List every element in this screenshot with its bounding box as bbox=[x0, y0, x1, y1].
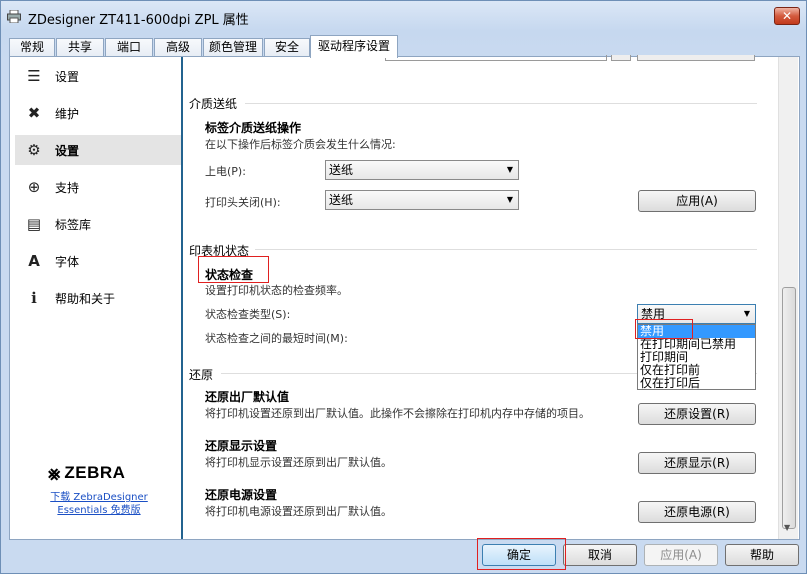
sidebar-item-label-library[interactable]: ▤ 标签库 bbox=[15, 209, 181, 239]
zebra-head-icon: ⨳ bbox=[48, 461, 61, 485]
close-button[interactable]: ✕ bbox=[774, 7, 800, 25]
power-up-value: 送纸 bbox=[329, 163, 354, 177]
head-close-value: 送纸 bbox=[329, 193, 354, 207]
restore-defaults-title: 还原出厂默认值 bbox=[205, 390, 290, 404]
printer-icon bbox=[7, 10, 21, 23]
sidebar-item-settings[interactable]: ⚙ 设置 bbox=[15, 135, 181, 165]
tab-ports[interactable]: 端口 bbox=[105, 38, 153, 57]
dropdown-option[interactable]: 仅在打印后 bbox=[638, 377, 755, 390]
lifebuoy-icon: ⊕ bbox=[27, 178, 41, 196]
power-up-label: 上电(P): bbox=[205, 165, 246, 178]
min-time-label: 状态检查之间的最短时间(M): bbox=[205, 332, 348, 345]
gear-icon: ⚙ bbox=[27, 141, 41, 159]
cut-off-button bbox=[611, 55, 631, 61]
tab-advanced[interactable]: 高级 bbox=[154, 38, 202, 57]
media-feed-description: 在以下操作后标签介质会发生什么情况: bbox=[205, 138, 396, 151]
status-check-description: 设置打印机状态的检查频率。 bbox=[205, 284, 348, 297]
tab-panel: ☰ 设置 ✖ 维护 ⚙ 设置 ⊕ 支持 ▤ 标签库 A 字体 ℹ 帮助和关于 ⨳… bbox=[9, 55, 800, 540]
section-divider bbox=[255, 249, 757, 250]
tab-driver-settings[interactable]: 驱动程序设置 bbox=[310, 35, 398, 58]
scroll-down-icon[interactable]: ▼ bbox=[784, 523, 790, 532]
restore-display-button[interactable]: 还原显示(R) bbox=[638, 452, 756, 474]
apply-button[interactable]: 应用(A) bbox=[644, 544, 718, 566]
section-divider bbox=[245, 103, 757, 104]
sidebar-item-help-about[interactable]: ℹ 帮助和关于 bbox=[15, 283, 181, 313]
media-feed-section-title: 介质送纸 bbox=[189, 97, 238, 111]
restore-power-title: 还原电源设置 bbox=[205, 488, 278, 502]
tab-general[interactable]: 常规 bbox=[9, 38, 55, 57]
chevron-down-icon: ▼ bbox=[506, 195, 513, 204]
cancel-button[interactable]: 取消 bbox=[563, 544, 637, 566]
restore-section-title: 还原 bbox=[189, 368, 214, 382]
restore-display-title: 还原显示设置 bbox=[205, 439, 278, 453]
settings-content: 介质送纸 标签介质送纸操作 在以下操作后标签介质会发生什么情况: 上电(P): … bbox=[185, 55, 778, 539]
tab-bar: 常规 共享 端口 高级 颜色管理 安全 驱动程序设置 bbox=[9, 35, 799, 58]
apply-media-button[interactable]: 应用(A) bbox=[638, 190, 756, 212]
vertical-scrollbar[interactable]: ▼ bbox=[778, 57, 798, 539]
chevron-down-icon: ▼ bbox=[743, 309, 750, 318]
power-up-select[interactable]: 送纸 ▼ bbox=[325, 160, 519, 180]
head-close-select[interactable]: 送纸 ▼ bbox=[325, 190, 519, 210]
restore-settings-button[interactable]: 还原设置(R) bbox=[638, 403, 756, 425]
check-type-label: 状态检查类型(S): bbox=[205, 308, 291, 321]
sidebar-item-maintenance[interactable]: ✖ 维护 bbox=[15, 98, 181, 128]
sidebar-item-label: 帮助和关于 bbox=[55, 291, 116, 306]
zebra-logo-text: ZEBRA bbox=[64, 463, 126, 482]
tab-color-management[interactable]: 颜色管理 bbox=[203, 38, 263, 57]
font-icon: A bbox=[28, 252, 40, 270]
sliders-icon: ☰ bbox=[27, 67, 41, 85]
cut-off-field bbox=[385, 55, 607, 61]
restore-power-button[interactable]: 还原电源(R) bbox=[638, 501, 756, 523]
help-button[interactable]: 帮助 bbox=[725, 544, 799, 566]
sidebar-item-label: 支持 bbox=[55, 180, 80, 195]
download-essentials-link[interactable]: 下载 ZebraDesigner Essentials 免费版 bbox=[21, 491, 177, 517]
sidebar-item-label: 标签库 bbox=[55, 217, 92, 232]
tab-sharing[interactable]: 共享 bbox=[56, 38, 104, 57]
highlight-box bbox=[198, 256, 269, 283]
label-icon: ▤ bbox=[26, 215, 42, 233]
link-line-2: Essentials 免费版 bbox=[57, 505, 141, 516]
tab-security[interactable]: 安全 bbox=[264, 38, 310, 57]
window-title: ZDesigner ZT411-600dpi ZPL 属性 bbox=[28, 13, 249, 28]
chevron-down-icon: ▼ bbox=[506, 165, 513, 174]
scrollbar-thumb[interactable] bbox=[782, 287, 796, 529]
highlight-box bbox=[477, 538, 566, 570]
cut-off-button bbox=[637, 55, 755, 61]
zebra-logo: ⨳ ZEBRA bbox=[48, 461, 125, 485]
media-feed-subtitle: 标签介质送纸操作 bbox=[205, 121, 302, 135]
sidebar-item-settings-top[interactable]: ☰ 设置 bbox=[15, 61, 181, 91]
restore-display-description: 将打印机显示设置还原到出厂默认值。 bbox=[205, 456, 392, 469]
sidebar-item-label: 设置 bbox=[55, 69, 80, 84]
properties-window: ZDesigner ZT411-600dpi ZPL 属性 ✕ 常规 共享 端口… bbox=[0, 0, 807, 574]
info-icon: ℹ bbox=[31, 289, 37, 307]
link-line-1: 下载 ZebraDesigner bbox=[50, 492, 148, 503]
restore-defaults-description: 将打印机设置还原到出厂默认值。此操作不会擦除在打印机内存中存储的项目。 bbox=[205, 407, 590, 420]
sidebar-item-label: 字体 bbox=[55, 254, 80, 269]
sidebar-item-fonts[interactable]: A 字体 bbox=[15, 246, 181, 276]
sidebar: ☰ 设置 ✖ 维护 ⚙ 设置 ⊕ 支持 ▤ 标签库 A 字体 ℹ 帮助和关于 ⨳… bbox=[11, 57, 183, 539]
sidebar-item-support[interactable]: ⊕ 支持 bbox=[15, 172, 181, 202]
restore-power-description: 将打印机电源设置还原到出厂默认值。 bbox=[205, 505, 392, 518]
head-close-label: 打印头关闭(H): bbox=[205, 196, 281, 209]
sidebar-item-label: 维护 bbox=[55, 106, 80, 121]
sidebar-item-label: 设置 bbox=[55, 143, 80, 158]
tools-icon: ✖ bbox=[27, 104, 41, 122]
highlight-box bbox=[635, 319, 693, 339]
title-bar[interactable]: ZDesigner ZT411-600dpi ZPL 属性 ✕ bbox=[1, 1, 806, 33]
